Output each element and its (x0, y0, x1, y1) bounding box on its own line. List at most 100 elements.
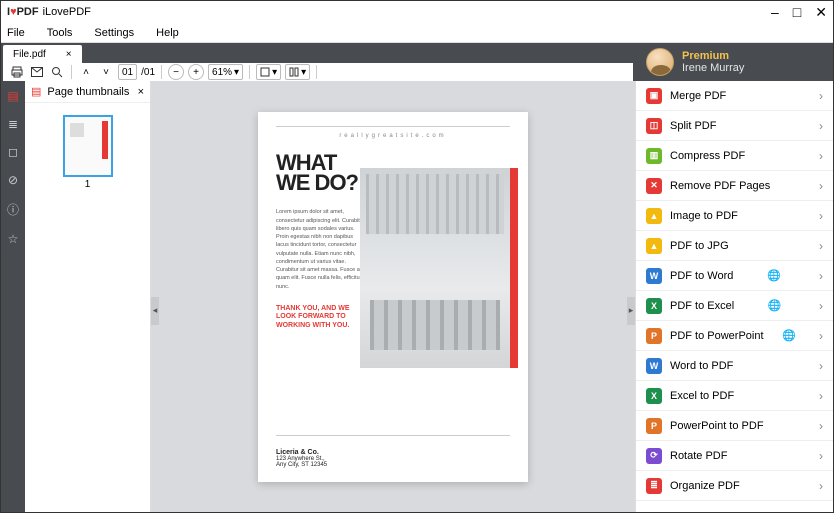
tool-icon: P (646, 328, 662, 344)
doc-thanks: THANK YOU, AND WE LOOK FORWARD TO WORKIN… (276, 305, 366, 330)
search-icon[interactable] (49, 64, 65, 80)
tool-icon: ▥ (646, 148, 662, 164)
tool-icon: ◫ (646, 118, 662, 134)
page-total: /01 (141, 67, 155, 78)
web-icon: 🌐 (768, 299, 782, 312)
menu-help[interactable]: Help (156, 27, 179, 39)
header-bar: File.pdf × ˄ ˅ 01 /01 − + 61% ▾ ▾ ▾ (1, 43, 833, 81)
chevron-right-icon: › (819, 269, 823, 283)
tools-panel: ▣Merge PDF›◫Split PDF›▥Compress PDF›✕Rem… (635, 81, 833, 512)
print-icon[interactable] (9, 64, 25, 80)
chevron-right-icon: › (819, 89, 823, 103)
fit-mode-button[interactable]: ▾ (256, 64, 281, 80)
page-number-field[interactable]: 01 (118, 64, 137, 80)
doc-site: reallygreatsite.com (276, 133, 510, 139)
tool-label: Compress PDF (670, 150, 745, 162)
close-button[interactable]: ✕ (815, 4, 827, 21)
chevron-right-icon: › (819, 299, 823, 313)
chevron-right-icon: › (819, 479, 823, 493)
document-tab-label: File.pdf (13, 49, 46, 60)
layout-mode-button[interactable]: ▾ (285, 64, 310, 80)
email-icon[interactable] (29, 64, 45, 80)
minimize-button[interactable]: – (771, 4, 779, 20)
tool-compress-pdf[interactable]: ▥ Compress PDF › (636, 141, 833, 171)
menu-file[interactable]: File (7, 27, 25, 39)
chevron-right-icon: › (819, 149, 823, 163)
tool-label: Rotate PDF (670, 450, 727, 462)
page-current: 01 (122, 67, 133, 78)
tool-pdf-to-excel[interactable]: XPDF to Excel🌐› (636, 291, 833, 321)
document-tab[interactable]: File.pdf × (3, 45, 82, 63)
tab-close-icon[interactable]: × (66, 49, 72, 60)
collapse-right-icon[interactable]: ▸ (627, 297, 635, 325)
zoom-in-icon[interactable]: + (188, 64, 204, 80)
info-icon[interactable]: ⓘ (7, 201, 19, 218)
thumbnails-panel: ▤ Page thumbnails × 1 (25, 81, 151, 512)
web-icon: 🌐 (767, 269, 781, 282)
user-name: Irene Murray (682, 62, 744, 74)
chevron-right-icon: › (819, 359, 823, 373)
app-logo: I♥PDF (7, 6, 39, 18)
menu-tools[interactable]: Tools (47, 27, 73, 39)
tool-label: Excel to PDF (670, 390, 734, 402)
app-name: iLovePDF (43, 6, 91, 18)
menubar: File Tools Settings Help (1, 23, 833, 43)
tool-icon: X (646, 298, 662, 314)
tool-label: Split PDF (670, 120, 716, 132)
tool-split-pdf[interactable]: ◫ Split PDF › (636, 111, 833, 141)
signatures-icon[interactable]: ☆ (8, 232, 19, 246)
chevron-right-icon: › (819, 119, 823, 133)
tool-pdf-to-jpg[interactable]: ▲PDF to JPG› (636, 231, 833, 261)
zoom-value: 61% (212, 67, 232, 78)
tool-label: PDF to JPG (670, 240, 729, 252)
tool-label: Organize PDF (670, 480, 740, 492)
chevron-right-icon: › (819, 419, 823, 433)
bookmarks-icon[interactable]: ◻ (8, 145, 18, 159)
tool-label: PDF to PowerPoint (670, 330, 764, 342)
avatar (646, 48, 674, 76)
tool-image-to-pdf[interactable]: ▲Image to PDF› (636, 201, 833, 231)
tool-rotate-pdf[interactable]: ⟳Rotate PDF› (636, 441, 833, 471)
side-rail: ▤ ≣ ◻ ⊘ ⓘ ☆ (1, 81, 25, 512)
page-up-icon[interactable]: ˄ (78, 64, 94, 80)
tool-icon: W (646, 358, 662, 374)
tool-merge-pdf[interactable]: ▣Merge PDF› (636, 81, 833, 111)
tool-icon: W (646, 268, 662, 284)
thumbnails-close-icon[interactable]: × (138, 86, 144, 98)
chevron-right-icon: › (819, 239, 823, 253)
tool-powerpoint-to-pdf[interactable]: P PowerPoint to PDF › (636, 411, 833, 441)
tool-label: Image to PDF (670, 210, 738, 222)
user-block[interactable]: Premium Irene Murray (638, 43, 833, 81)
tool-excel-to-pdf[interactable]: X Excel to PDF › (636, 381, 833, 411)
chevron-right-icon: › (819, 389, 823, 403)
tool-label: Word to PDF (670, 360, 733, 372)
thumbnails-icon[interactable]: ▤ (7, 89, 18, 103)
viewer: ◂ ▸ reallygreatsite.com WHAT WE DO? Lore… (151, 81, 635, 512)
tool-pdf-to-word[interactable]: W PDF to Word 🌐 › (636, 261, 833, 291)
collapse-left-icon[interactable]: ◂ (151, 297, 159, 325)
web-icon: 🌐 (782, 329, 796, 342)
titlebar: I♥PDF iLovePDF – □ ✕ (1, 1, 833, 23)
tool-icon: ✕ (646, 178, 662, 194)
layers-icon[interactable]: ≣ (8, 117, 18, 131)
zoom-field[interactable]: 61% ▾ (208, 64, 243, 80)
attachments-icon[interactable]: ⊘ (8, 173, 18, 187)
tool-label: PowerPoint to PDF (670, 420, 764, 432)
tool-remove-pdf-pages[interactable]: ✕Remove PDF Pages› (636, 171, 833, 201)
tool-label: PDF to Word (670, 270, 733, 282)
tool-pdf-to-powerpoint[interactable]: P PDF to PowerPoint 🌐 › (636, 321, 833, 351)
page-down-icon[interactable]: ˅ (98, 64, 114, 80)
tool-label: Merge PDF (670, 90, 726, 102)
chevron-right-icon: › (819, 329, 823, 343)
page-thumbnail[interactable] (63, 115, 113, 177)
tool-organize-pdf[interactable]: ≣Organize PDF› (636, 471, 833, 501)
zoom-out-icon[interactable]: − (168, 64, 184, 80)
menu-settings[interactable]: Settings (94, 27, 134, 39)
chevron-right-icon: › (819, 209, 823, 223)
maximize-button[interactable]: □ (793, 4, 801, 20)
user-tier: Premium (682, 50, 744, 62)
tool-icon: X (646, 388, 662, 404)
tool-label: Remove PDF Pages (670, 180, 770, 192)
tool-icon: P (646, 418, 662, 434)
tool-word-to-pdf[interactable]: W Word to PDF › (636, 351, 833, 381)
